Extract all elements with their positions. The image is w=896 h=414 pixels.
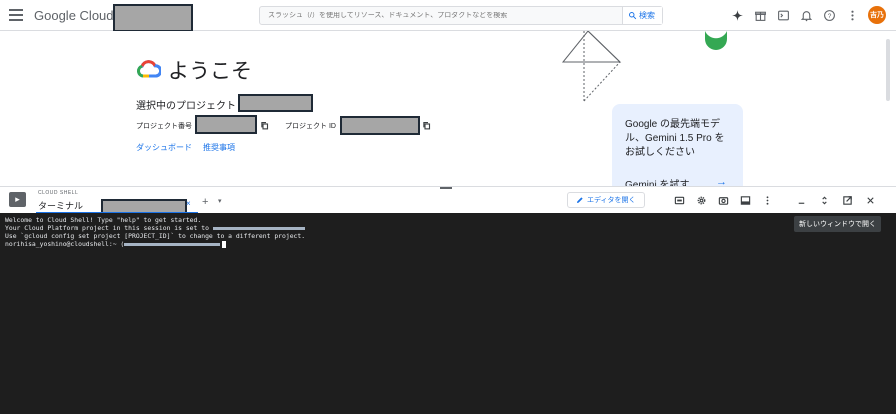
help-icon[interactable]: ? — [822, 8, 837, 23]
account-avatar[interactable]: 吉乃 — [868, 6, 886, 24]
selected-project-label: 選択中のプロジェクト — [136, 101, 236, 112]
selected-project-redacted[interactable] — [238, 94, 313, 112]
cloud-shell-icon: ▸ — [9, 192, 26, 207]
camera-icon[interactable] — [716, 193, 730, 207]
page-scrollbar[interactable] — [886, 39, 890, 101]
terminal-line: Use `gcloud config set project [PROJECT_… — [5, 232, 306, 240]
gemini-promo-card[interactable]: Google の最先端モデル、Gemini 1.5 Pro をお試しください G… — [612, 104, 743, 186]
open-new-window-icon[interactable] — [840, 193, 854, 207]
google-cloud-logo-icon — [137, 60, 161, 78]
pencil-icon — [577, 197, 583, 203]
search-bar: 検索 — [259, 6, 663, 25]
close-shell-icon[interactable] — [863, 193, 877, 207]
open-editor-button[interactable]: エディタを開く — [567, 192, 645, 208]
project-number-label: プロジェクト番号 — [136, 123, 192, 130]
project-number-redacted — [195, 115, 257, 134]
notifications-bell-icon[interactable] — [799, 8, 814, 23]
search-input[interactable] — [260, 12, 622, 19]
project-id-label: プロジェクト ID — [285, 123, 336, 130]
terminal-cursor — [222, 240, 227, 248]
logo-cloud-text: Cloud — [79, 8, 114, 23]
settings-gear-icon[interactable] — [694, 193, 708, 207]
decorative-illustration — [561, 31, 727, 102]
try-gemini-link[interactable]: Gemini を試す — [625, 176, 689, 186]
panel-layout-icon[interactable] — [738, 193, 752, 207]
terminal-line: Welcome to Cloud Shell! Type "help" to g… — [5, 216, 202, 224]
terminal-project-redacted — [212, 226, 305, 230]
terminal-prompt-project-redacted — [124, 242, 221, 246]
copy-project-number-icon[interactable] — [260, 121, 269, 130]
add-tab-button[interactable]: + — [202, 196, 208, 208]
shell-more-vert-icon[interactable] — [760, 193, 774, 207]
web-preview-icon[interactable] — [672, 193, 686, 207]
expand-collapse-icon[interactable] — [817, 193, 831, 207]
open-editor-label: エディタを開く — [587, 197, 636, 204]
welcome-section: ようこそ 選択中のプロジェクト プロジェクト番号 プロジェクト ID ダッシュボ… — [0, 31, 896, 186]
terminal-line-text: Your Cloud Platform project in this sess… — [5, 224, 213, 232]
logo-google-text: Google — [34, 8, 76, 23]
gift-icon[interactable] — [753, 8, 768, 23]
close-tab-icon[interactable]: × — [186, 199, 191, 208]
arrow-right-icon[interactable]: → — [716, 176, 727, 186]
search-button-label: 検索 — [639, 11, 655, 20]
project-picker-redacted[interactable] — [113, 4, 193, 32]
shell-window-controls — [794, 193, 877, 207]
google-cloud-logo[interactable]: Google Cloud — [34, 8, 114, 23]
open-new-window-tooltip: 新しいウィンドウで開く — [794, 216, 881, 232]
recommendations-link[interactable]: 推奨事項 — [203, 142, 235, 153]
svg-text:?: ? — [828, 12, 832, 19]
terminal-line: Your Cloud Platform project in this sess… — [5, 224, 896, 232]
tab-dropdown-icon[interactable]: ▾ — [218, 197, 222, 205]
main-menu-icon[interactable] — [9, 9, 23, 21]
project-id-redacted — [340, 116, 420, 135]
minimize-icon[interactable] — [794, 193, 808, 207]
search-button[interactable]: 検索 — [622, 7, 662, 24]
cloud-shell-activate-icon[interactable] — [776, 8, 791, 23]
search-icon — [629, 12, 637, 20]
top-actions: ? 吉乃 — [730, 6, 886, 24]
dashboard-link[interactable]: ダッシュボード — [136, 142, 192, 153]
gemini-promo-text: Google の最先端モデル、Gemini 1.5 Pro をお試しください — [625, 119, 725, 158]
copy-project-id-icon[interactable] — [422, 121, 431, 130]
top-app-bar: Google Cloud 検索 ? 吉乃 — [0, 0, 896, 32]
terminal-prompt: norihisa_yoshino@cloudshell:~ ( — [5, 240, 125, 248]
terminal-output[interactable]: Welcome to Cloud Shell! Type "help" to g… — [0, 213, 896, 414]
cloud-shell-header: ▸ CLOUD SHELL ターミナル × + ▾ エディタを開く — [0, 186, 896, 215]
shell-resize-handle[interactable] — [440, 187, 452, 189]
terminal-tab[interactable]: ターミナル — [38, 199, 83, 212]
cloud-shell-section-label: CLOUD SHELL — [38, 190, 79, 196]
gemini-sparkle-icon[interactable] — [730, 8, 745, 23]
terminal-prompt-line: norihisa_yoshino@cloudshell:~ ( — [5, 240, 896, 248]
more-vert-icon[interactable] — [845, 8, 860, 23]
page-title: ようこそ — [168, 60, 252, 83]
shell-toolbar — [672, 193, 774, 207]
